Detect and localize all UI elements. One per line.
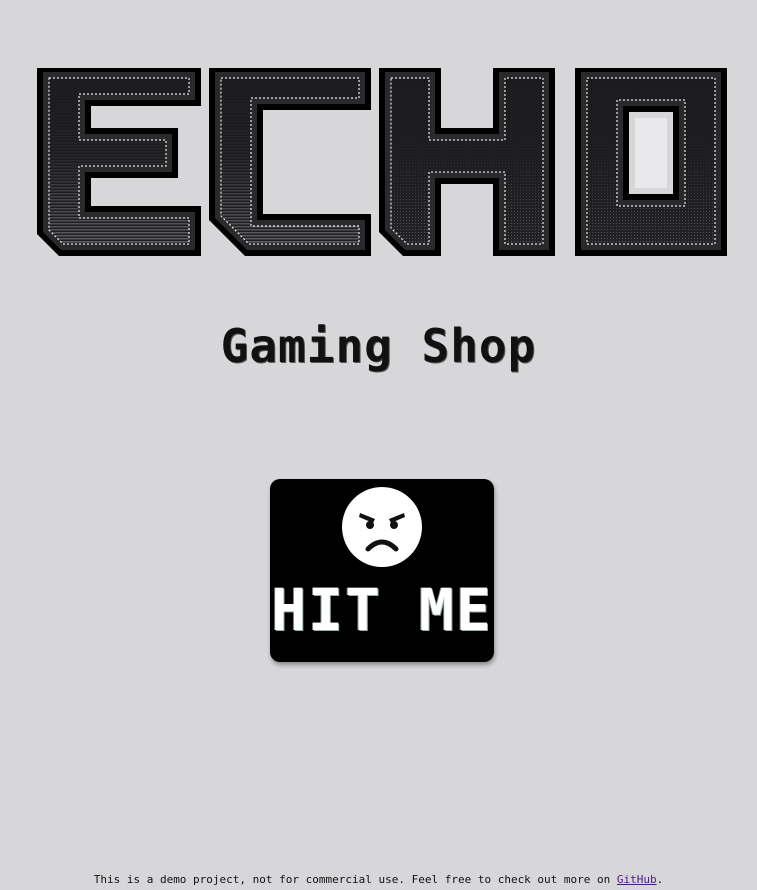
footer-note: This is a demo project, not for commerci… xyxy=(0,872,757,888)
echo-logo xyxy=(33,66,729,258)
echo-logo-graphic xyxy=(37,68,727,256)
hit-me-label: HIT ME xyxy=(271,576,493,644)
logo-letter-c xyxy=(209,68,371,256)
logo-letter-o xyxy=(575,68,727,256)
hit-me-button[interactable]: HIT ME xyxy=(270,479,494,662)
github-link[interactable]: GitHub xyxy=(617,873,657,886)
footer-text: This is a demo project, not for commerci… xyxy=(93,873,617,886)
footer-period: . xyxy=(656,873,664,886)
page-subtitle: Gaming Shop xyxy=(220,319,537,373)
logo-letter-h xyxy=(379,68,555,256)
angry-face-icon xyxy=(342,487,422,567)
logo-letter-e xyxy=(37,68,201,256)
